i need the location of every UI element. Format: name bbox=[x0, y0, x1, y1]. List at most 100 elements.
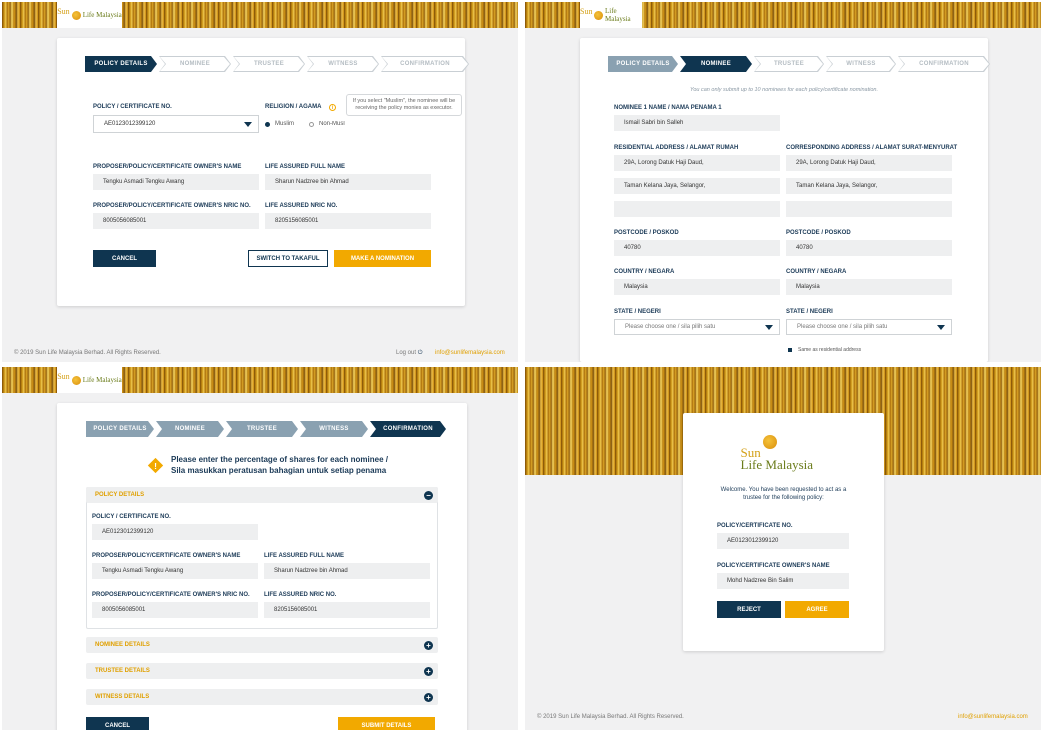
nominee-details-header[interactable]: NOMINEE DETAILS + bbox=[86, 637, 438, 653]
owner-nric-label: PROPOSER/POLICY/CERTIFICATE OWNER'S NRIC… bbox=[92, 592, 250, 598]
step-nominee[interactable]: Nominee bbox=[156, 421, 224, 437]
step-trustee[interactable]: Trustee bbox=[233, 56, 305, 72]
expand-icon[interactable]: + bbox=[424, 692, 433, 702]
step-trustee[interactable]: Trustee bbox=[226, 421, 298, 437]
assured-name-field[interactable]: Sharun Nadzree bin Ahmad bbox=[265, 174, 431, 190]
copyright: © 2019 Sun Life Malaysia Berhad. All Rig… bbox=[14, 350, 161, 356]
expand-icon[interactable]: + bbox=[424, 640, 433, 650]
policy-details-title: POLICY DETAILS bbox=[95, 492, 145, 498]
step-witness[interactable]: Witness bbox=[300, 421, 368, 437]
sun-icon bbox=[594, 10, 603, 20]
confirm-title-en: Please enter the percentage of shares fo… bbox=[171, 455, 388, 464]
policy-no-field: AE0123012399120 bbox=[92, 524, 258, 540]
corr-country-field[interactable]: Malaysia bbox=[786, 279, 952, 295]
radio-muslim-label: Muslim bbox=[275, 121, 294, 127]
residential-address-line-2[interactable]: Taman Kelana Jaya, Selangor, bbox=[614, 178, 780, 194]
owner-name-field[interactable]: Tengku Asmadi Tengku Awang bbox=[93, 174, 259, 190]
corr-country-label: COUNTRY / NEGARA bbox=[786, 269, 847, 275]
policy-no-value: AE0123012399120 bbox=[104, 121, 156, 127]
state-label: STATE / NEGERI bbox=[614, 309, 661, 315]
logo-text-sun: Sun bbox=[580, 7, 593, 16]
trustee-owner-field: Mohd Nadzree Bin Salim bbox=[717, 573, 849, 589]
corresponding-address-line-1[interactable]: 29A, Lorong Datuk Haji Daud, bbox=[786, 155, 952, 171]
corr-postcode-field[interactable]: 40780 bbox=[786, 240, 952, 256]
progress-steps: Policy Details Nominee Trustee Witness C… bbox=[85, 56, 469, 72]
country-field[interactable]: Malaysia bbox=[614, 279, 780, 295]
chevron-down-icon bbox=[937, 324, 945, 330]
witness-details-header[interactable]: WITNESS DETAILS + bbox=[86, 689, 438, 705]
step-nominee[interactable]: Nominee bbox=[159, 56, 231, 72]
policy-no-label: POLICY / CERTIFICATE NO. bbox=[93, 104, 172, 110]
radio-non-muslim[interactable] bbox=[309, 122, 314, 127]
step-witness[interactable]: Witness bbox=[826, 56, 896, 72]
corr-state-placeholder: Please choose one / sila pilih satu bbox=[797, 324, 888, 330]
logo[interactable]: Sun Life Malaysia bbox=[57, 367, 122, 393]
logout-link[interactable]: Log out ⏻ bbox=[396, 350, 422, 357]
switch-takaful-button[interactable]: SWITCH TO TAKAFUL bbox=[248, 250, 328, 267]
sun-icon bbox=[71, 10, 81, 20]
collapse-icon[interactable]: − bbox=[424, 490, 433, 500]
assured-nric-field[interactable]: 8205156085001 bbox=[265, 213, 431, 229]
owner-name-label: PROPOSER/POLICY/CERTIFICATE OWNER'S NAME bbox=[93, 164, 242, 170]
email-link[interactable]: info@sunlifemalaysia.com bbox=[435, 350, 505, 356]
logo[interactable]: Sun Life Malaysia bbox=[57, 2, 122, 28]
expand-icon[interactable]: + bbox=[424, 666, 433, 676]
welcome-text-1: Welcome. You have been requested to act … bbox=[720, 487, 847, 493]
screen-policy-details: Sun Life Malaysia Policy Details Nominee … bbox=[2, 2, 518, 362]
residential-address-line-3[interactable] bbox=[614, 201, 780, 217]
same-address-label: Same as residential address bbox=[798, 347, 862, 353]
radio-non-muslim-label: Non-Musl bbox=[319, 121, 345, 127]
owner-nric-field[interactable]: 8005056085001 bbox=[93, 213, 259, 229]
owner-nric-label: PROPOSER/POLICY/CERTIFICATE OWNER'S NRIC… bbox=[93, 203, 251, 209]
owner-name-field: Tengku Asmadi Tengku Awang bbox=[92, 563, 258, 579]
assured-nric-label: LIFE ASSURED NRIC NO. bbox=[264, 592, 337, 598]
residential-address-line-1[interactable]: 29A, Lorong Datuk Haji Daud, bbox=[614, 155, 780, 171]
logout-label: Log out bbox=[396, 350, 417, 356]
cancel-button[interactable]: CANCEL bbox=[86, 717, 149, 730]
trustee-card: Sun Life Malaysia Welcome. You have been… bbox=[683, 413, 884, 651]
logo[interactable]: Sun Life Malaysia bbox=[580, 2, 642, 28]
step-confirmation[interactable]: Confirmation bbox=[898, 56, 990, 72]
make-nomination-button[interactable]: MAKE A NOMINATION bbox=[334, 250, 431, 267]
email-link[interactable]: info@sunlifemalaysia.com bbox=[958, 714, 1028, 720]
trustee-details-header[interactable]: TRUSTEE DETAILS + bbox=[86, 663, 438, 679]
policy-no-select[interactable]: AE0123012399120 bbox=[93, 115, 259, 133]
religion-label: RELIGION / AGAMA bbox=[265, 104, 322, 110]
policy-details-header[interactable]: POLICY DETAILS − bbox=[86, 487, 438, 503]
screen-nominee: Sun Life Malaysia Policy Details Nominee … bbox=[525, 2, 1041, 362]
corresponding-address-line-3[interactable] bbox=[786, 201, 952, 217]
reject-button[interactable]: REJECT bbox=[717, 601, 781, 618]
nominee-details-title: NOMINEE DETAILS bbox=[95, 642, 150, 648]
trustee-details-title: TRUSTEE DETAILS bbox=[95, 668, 150, 674]
progress-steps: Policy Details Nominee Trustee Witness C… bbox=[608, 56, 990, 72]
corr-state-select[interactable]: Please choose one / sila pilih satu bbox=[786, 319, 952, 335]
corresponding-address-line-2[interactable]: Taman Kelana Jaya, Selangor, bbox=[786, 178, 952, 194]
policy-card: Policy Details Nominee Trustee Witness C… bbox=[57, 38, 465, 306]
postcode-field[interactable]: 40780 bbox=[614, 240, 780, 256]
owner-name-label: PROPOSER/POLICY/CERTIFICATE OWNER'S NAME bbox=[92, 553, 241, 559]
radio-muslim[interactable] bbox=[265, 122, 270, 127]
postcode-label: POSTCODE / POSKOD bbox=[614, 230, 679, 236]
nominee-name-field[interactable]: Ismail Sabri bin Salleh bbox=[614, 115, 780, 131]
agree-button[interactable]: AGREE bbox=[785, 601, 849, 618]
corr-state-label: STATE / NEGERI bbox=[786, 309, 833, 315]
step-nominee[interactable]: Nominee bbox=[680, 56, 752, 72]
info-icon[interactable]: i bbox=[329, 104, 336, 111]
sun-icon bbox=[71, 375, 81, 385]
state-select[interactable]: Please choose one / sila pilih satu bbox=[614, 319, 780, 335]
same-address-checkbox[interactable] bbox=[788, 348, 792, 352]
nominee-limit-notice: You can only submit up to 10 nominees fo… bbox=[689, 87, 879, 93]
progress-steps: Policy Details Nominee Trustee Witness C… bbox=[86, 421, 446, 437]
step-trustee[interactable]: Trustee bbox=[754, 56, 824, 72]
state-placeholder: Please choose one / sila pilih satu bbox=[625, 324, 716, 330]
step-policy-details[interactable]: Policy Details bbox=[86, 421, 154, 437]
cancel-button[interactable]: CANCEL bbox=[93, 250, 156, 267]
step-confirmation[interactable]: Confirmation bbox=[370, 421, 446, 437]
step-policy-details[interactable]: Policy Details bbox=[608, 56, 678, 72]
sun-icon bbox=[762, 435, 777, 449]
step-confirmation[interactable]: Confirmation bbox=[381, 56, 469, 72]
step-witness[interactable]: Witness bbox=[307, 56, 379, 72]
submit-details-button[interactable]: SUBMIT DETAILS bbox=[338, 717, 435, 730]
assured-name-field: Sharun Nadzree bin Ahmad bbox=[264, 563, 430, 579]
step-policy-details[interactable]: Policy Details bbox=[85, 56, 157, 72]
